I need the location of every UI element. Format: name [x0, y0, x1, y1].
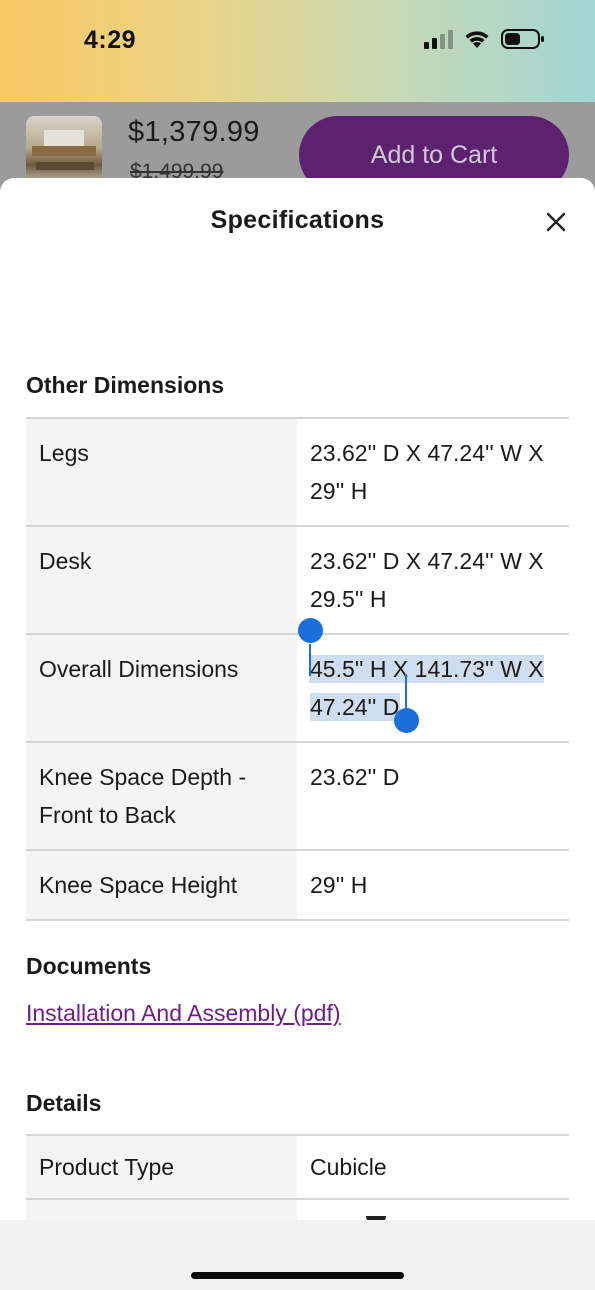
specifications-sheet: Specifications Other Dimensions Legs 23.… [0, 178, 595, 1220]
documents-heading: Documents [26, 953, 152, 979]
sheet-title: Specifications [210, 206, 385, 234]
cellular-signal-icon [424, 29, 453, 49]
spec-label: Legs [26, 418, 297, 526]
spec-value [297, 1199, 569, 1220]
status-time: 4:29 [84, 26, 137, 54]
table-row [26, 1199, 569, 1220]
text-selection[interactable]: 45.5'' H X 141.73'' W X 47.24'' D [310, 656, 544, 720]
spec-label: Knee Space Depth - Front to Back [26, 742, 297, 850]
home-indicator[interactable] [191, 1272, 404, 1279]
selection-start-caret [309, 644, 311, 676]
home-indicator-area [0, 1220, 595, 1290]
wifi-icon [465, 31, 489, 48]
product-price: $1,379.99 [128, 116, 260, 148]
status-bar: 4:29 [0, 0, 595, 102]
table-row: Desk 23.62'' D X 47.24'' W X 29.5'' H [26, 526, 569, 634]
spec-label: Knee Space Height [26, 850, 297, 920]
selected-text[interactable]: 45.5'' H X 141.73'' W X 47.24'' D [310, 656, 544, 720]
table-row: Product Type Cubicle [26, 1135, 569, 1199]
table-row: Overall Dimensions 45.5'' H X 141.73'' W… [26, 634, 569, 742]
spec-value[interactable]: 23.62'' D X 47.24'' W X 29'' H [297, 418, 569, 526]
other-dimensions-table: Legs 23.62'' D X 47.24'' W X 29'' H Desk… [26, 417, 569, 921]
selection-start-handle[interactable] [298, 618, 323, 643]
spec-value[interactable]: 23.62'' D [297, 742, 569, 850]
spec-value-selected[interactable]: 45.5'' H X 141.73'' W X 47.24'' D [297, 634, 569, 742]
spec-value[interactable]: 29'' H [297, 850, 569, 920]
details-heading: Details [26, 1090, 102, 1116]
battery-icon [501, 29, 544, 49]
other-dimensions-heading: Other Dimensions [26, 372, 225, 398]
spec-label: Desk [26, 526, 297, 634]
sheet-header: Specifications [0, 178, 595, 264]
details-table: Product Type Cubicle [26, 1134, 569, 1220]
close-button[interactable] [542, 208, 570, 236]
close-icon [546, 212, 566, 232]
installation-assembly-pdf-link[interactable]: Installation And Assembly (pdf) [26, 1000, 341, 1027]
spec-label [26, 1199, 297, 1220]
status-icons [424, 28, 545, 50]
selection-end-handle[interactable] [394, 708, 419, 733]
product-thumbnail[interactable] [26, 116, 102, 186]
spec-value[interactable]: Cubicle [297, 1135, 569, 1199]
table-row: Legs 23.62'' D X 47.24'' W X 29'' H [26, 418, 569, 526]
spec-value[interactable]: 23.62'' D X 47.24'' W X 29.5'' H [297, 526, 569, 634]
table-row: Knee Space Height 29'' H [26, 850, 569, 920]
spec-label: Overall Dimensions [26, 634, 297, 742]
spec-label: Product Type [26, 1135, 297, 1199]
table-row: Knee Space Depth - Front to Back 23.62''… [26, 742, 569, 850]
